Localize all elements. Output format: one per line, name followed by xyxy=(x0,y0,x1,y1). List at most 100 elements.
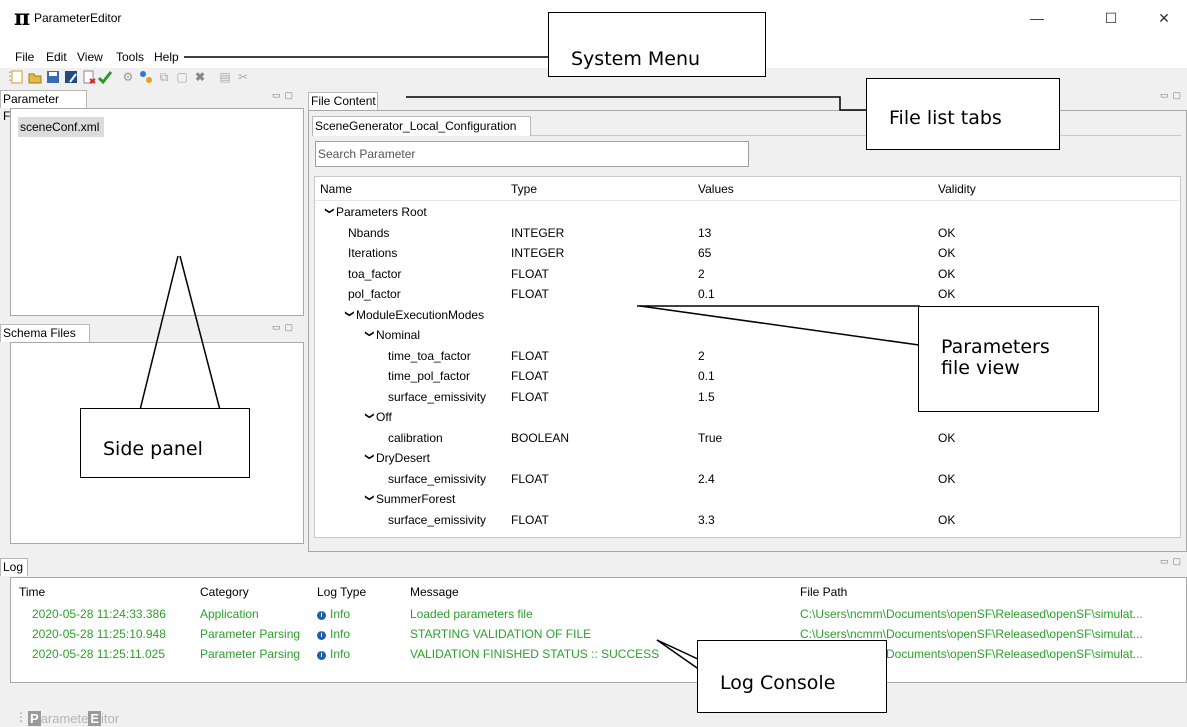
log-header-category[interactable]: Category xyxy=(200,585,249,599)
column-header-type[interactable]: Type xyxy=(511,182,537,196)
save-icon[interactable] xyxy=(46,70,60,84)
tree-group-row[interactable]: ❯DryDesert xyxy=(364,448,430,468)
tree-param-row[interactable]: surface_emissivity xyxy=(380,469,486,489)
tab-divider xyxy=(531,135,1181,136)
log-header-file-path[interactable]: File Path xyxy=(800,585,847,599)
delete-icon[interactable]: ✖ xyxy=(193,70,207,84)
callout-log-console: Log Console xyxy=(697,640,887,713)
param-value[interactable]: 2 xyxy=(698,346,705,366)
param-name: SummerForest xyxy=(376,492,456,506)
tree-param-row[interactable]: surface_emissivity xyxy=(380,387,486,407)
param-validity: OK xyxy=(938,287,956,301)
close-button[interactable]: ✕ xyxy=(1154,8,1174,28)
tree-group-row[interactable]: ❯Off xyxy=(364,407,392,427)
tab-schema-files[interactable]: Schema Files xyxy=(0,324,90,342)
panel-float-close-icon[interactable]: ▭▢ xyxy=(272,322,297,333)
validate-check-icon[interactable] xyxy=(97,70,113,85)
info-icon: i xyxy=(317,651,326,660)
parameter-files-list xyxy=(10,108,304,316)
param-value[interactable]: True xyxy=(698,428,722,448)
column-header-name[interactable]: Name xyxy=(320,182,352,196)
param-validity: OK xyxy=(938,512,956,527)
logo-text-part2: itor xyxy=(101,711,120,726)
log-header-log-type[interactable]: Log Type xyxy=(317,585,366,599)
callout-parameters-file-view: Parameters file view xyxy=(918,306,1099,412)
settings-icon[interactable]: ⚙ xyxy=(121,70,135,84)
log-header-time[interactable]: Time xyxy=(19,585,45,599)
param-value[interactable]: 3.3 xyxy=(698,510,715,530)
file-item-sceneconf[interactable]: sceneConf.xml xyxy=(18,117,104,137)
info-icon: i xyxy=(317,611,326,620)
param-validity: OK xyxy=(938,430,956,445)
tree-param-row[interactable]: time_toa_factor xyxy=(380,346,471,366)
tree-param-row[interactable]: toa_factor xyxy=(340,264,401,284)
param-value[interactable]: 13 xyxy=(698,223,711,243)
cut-icon[interactable]: ✂ xyxy=(236,70,250,84)
tree-param-row[interactable]: Nbands xyxy=(340,223,389,243)
menu-help[interactable]: Help xyxy=(154,50,179,64)
param-name: time_toa_factor xyxy=(388,348,471,363)
log-file-path: C:\Users\ncmm\Documents\openSF\Released\… xyxy=(800,607,1143,621)
minimize-button[interactable]: — xyxy=(1027,8,1047,28)
log-header-message[interactable]: Message xyxy=(410,585,459,599)
tree-param-row[interactable]: time_pol_factor xyxy=(380,366,470,386)
column-header-values[interactable]: Values xyxy=(698,182,734,196)
param-validity: OK xyxy=(938,471,956,486)
chevron-down-icon[interactable]: ❯ xyxy=(360,330,380,342)
tab-parameter-files[interactable]: Parameter Files xyxy=(0,90,87,123)
param-name: calibration xyxy=(388,430,443,445)
open-folder-icon[interactable] xyxy=(28,70,42,84)
tab-scene-generator-config[interactable]: SceneGenerator_Local_Configuration xyxy=(312,116,531,136)
param-value[interactable]: 0.1 xyxy=(698,284,715,304)
search-parameter-input[interactable]: Search Parameter xyxy=(315,141,749,167)
tree-param-row[interactable]: pol_factor xyxy=(340,284,401,304)
param-name: Nominal xyxy=(376,328,421,342)
logo-text-part1: aramete xyxy=(40,711,89,726)
chevron-down-icon[interactable]: ❯ xyxy=(320,207,340,219)
info-icon: i xyxy=(317,631,326,640)
tree-group-row[interactable]: ❯Parameters Root xyxy=(324,202,427,222)
tree-group-row[interactable]: ❯Nominal xyxy=(364,325,420,345)
param-name: toa_factor xyxy=(348,266,402,281)
chevron-down-icon[interactable]: ❯ xyxy=(360,453,380,465)
panel-float-close-icon[interactable]: ▭▢ xyxy=(1160,90,1185,101)
maximize-button[interactable]: ☐ xyxy=(1101,8,1121,28)
tab-file-content[interactable]: File Content xyxy=(308,92,378,110)
param-value[interactable]: 2 xyxy=(698,264,705,284)
pi-app-icon: π xyxy=(14,5,31,31)
param-value[interactable]: 0.1 xyxy=(698,366,715,386)
param-type: FLOAT xyxy=(511,389,549,404)
add-node-icon[interactable] xyxy=(139,70,153,84)
tree-param-row[interactable]: calibration xyxy=(380,428,443,448)
chevron-down-icon[interactable]: ❯ xyxy=(360,412,380,424)
logo-letter-p: P xyxy=(28,711,41,726)
param-validity: OK xyxy=(938,246,956,260)
menu-edit[interactable]: Edit xyxy=(46,50,67,64)
paste-icon[interactable]: ▢ xyxy=(175,70,189,84)
menu-view[interactable]: View xyxy=(77,50,103,64)
menu-tools[interactable]: Tools xyxy=(116,50,144,64)
bookmark-icon[interactable]: ▤ xyxy=(218,70,232,84)
tree-group-row[interactable]: ❯SummerForest xyxy=(364,489,455,509)
chevron-down-icon[interactable]: ❯ xyxy=(360,494,380,506)
tree-param-row[interactable]: surface_emissivity xyxy=(380,510,486,530)
param-value[interactable]: 2.4 xyxy=(698,469,715,489)
column-header-validity[interactable]: Validity xyxy=(938,182,976,196)
log-message: STARTING VALIDATION OF FILE xyxy=(410,627,592,641)
log-message: Loaded parameters file xyxy=(410,607,533,621)
param-validity: OK xyxy=(938,225,956,240)
menu-file[interactable]: File xyxy=(15,50,34,64)
panel-float-close-icon[interactable]: ▭▢ xyxy=(272,90,297,101)
close-file-icon[interactable] xyxy=(82,70,96,84)
copy-icon[interactable]: ⧉ xyxy=(157,70,171,84)
save-as-icon[interactable] xyxy=(64,70,78,84)
chevron-down-icon[interactable]: ❯ xyxy=(340,310,360,322)
log-category: Parameter Parsing xyxy=(200,627,301,641)
new-file-icon[interactable] xyxy=(10,70,24,84)
tree-group-row[interactable]: ❯ModuleExecutionModes xyxy=(344,305,484,325)
panel-float-close-icon[interactable]: ▭▢ xyxy=(1160,556,1185,567)
tree-param-row[interactable]: Iterations xyxy=(340,243,397,263)
tab-log[interactable]: Log xyxy=(0,558,28,576)
param-value[interactable]: 1.5 xyxy=(698,387,715,407)
param-value[interactable]: 65 xyxy=(698,243,711,263)
